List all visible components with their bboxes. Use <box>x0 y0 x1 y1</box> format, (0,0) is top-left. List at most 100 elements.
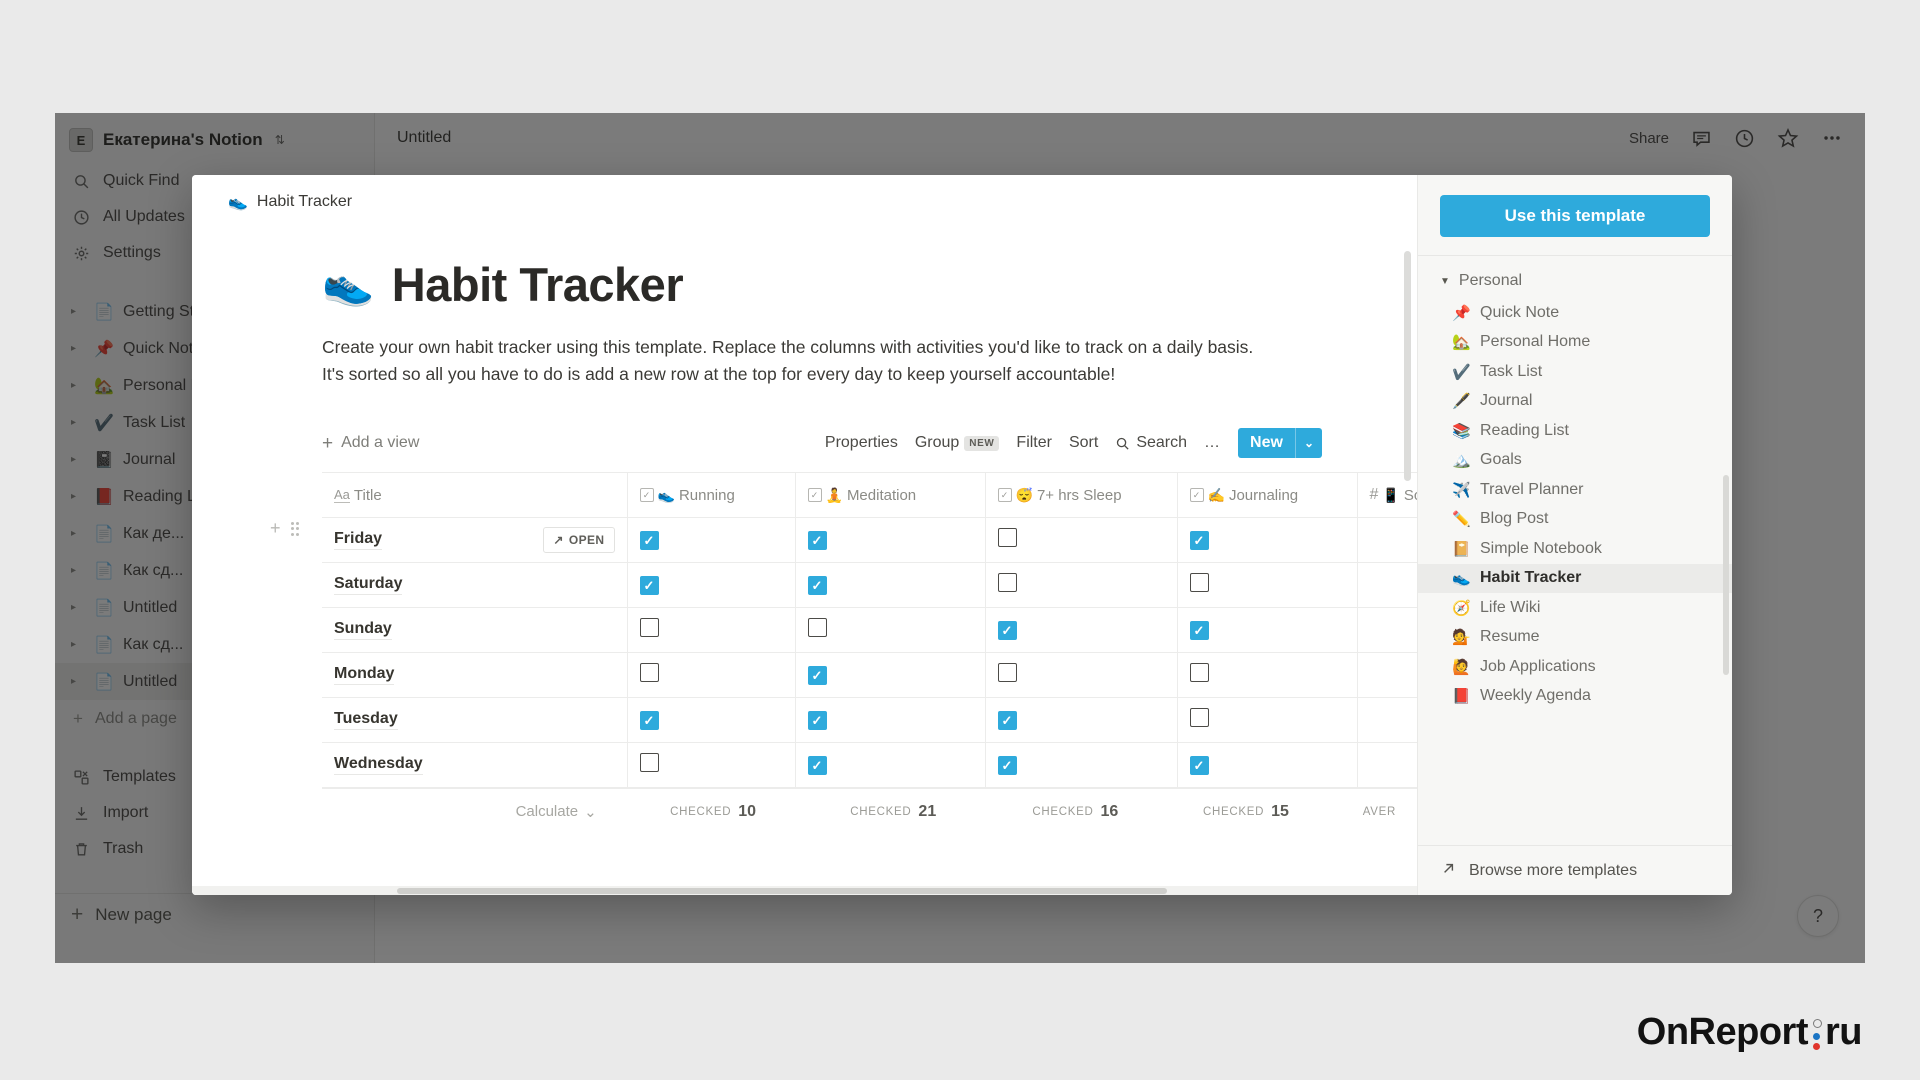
checkbox-unchecked-icon[interactable] <box>639 753 659 773</box>
column-header[interactable]: ✓ ✍️ Journaling <box>1177 472 1358 519</box>
template-item[interactable]: 💁 Resume <box>1418 623 1732 653</box>
column-header[interactable]: ✓ 😴 7+ hrs Sleep <box>985 472 1178 519</box>
checkbox-cell[interactable] <box>985 517 1178 564</box>
checkbox-unchecked-icon[interactable] <box>1189 708 1209 728</box>
scrollbar-thumb[interactable] <box>397 887 1167 894</box>
chevron-down-icon[interactable]: ⌄ <box>1296 428 1322 458</box>
checkbox-checked-icon[interactable] <box>997 620 1017 640</box>
checkbox-cell[interactable] <box>1177 697 1358 744</box>
template-item[interactable]: 🏡 Personal Home <box>1418 328 1732 358</box>
checkbox-unchecked-icon[interactable] <box>997 573 1017 593</box>
checkbox-checked-icon[interactable] <box>807 530 827 550</box>
checkbox-cell[interactable] <box>985 607 1178 654</box>
sort-button[interactable]: Sort <box>1069 434 1098 452</box>
template-item[interactable]: 🙋 Job Applications <box>1418 652 1732 682</box>
breadcrumb[interactable]: 👟 Habit Tracker <box>192 175 1417 229</box>
row-title-cell[interactable]: Saturday <box>322 562 628 609</box>
star-icon[interactable] <box>1777 127 1799 149</box>
checkbox-checked-icon[interactable] <box>1189 530 1209 550</box>
checkbox-checked-icon[interactable] <box>807 710 827 730</box>
filter-button[interactable]: Filter <box>1016 434 1052 452</box>
chevron-right-icon[interactable]: ▸ <box>71 343 85 354</box>
drag-handle-icon[interactable] <box>290 521 300 536</box>
checkbox-unchecked-icon[interactable] <box>639 618 659 638</box>
template-item[interactable]: 🏔️ Goals <box>1418 446 1732 476</box>
table-row[interactable]: Friday ↗ OPEN <box>322 517 1417 564</box>
checkbox-checked-icon[interactable] <box>997 710 1017 730</box>
row-title-cell[interactable]: Friday ↗ OPEN <box>322 517 628 564</box>
chevron-right-icon[interactable]: ▸ <box>71 491 85 502</box>
template-group-personal[interactable]: ▼ Personal <box>1418 256 1732 298</box>
table-row[interactable]: Tuesday <box>322 697 1417 744</box>
checkbox-unchecked-icon[interactable] <box>997 663 1017 683</box>
calculation-cell[interactable]: CHECKED 10 <box>611 803 770 821</box>
chevron-right-icon[interactable]: ▸ <box>71 380 85 391</box>
checkbox-checked-icon[interactable] <box>807 665 827 685</box>
workspace-switcher[interactable]: E Екатерина's Notion ⇅ <box>55 117 374 163</box>
checkbox-checked-icon[interactable] <box>639 530 659 550</box>
row-handles[interactable]: + <box>270 518 300 539</box>
properties-button[interactable]: Properties <box>825 434 898 452</box>
table-row[interactable]: Sunday <box>322 607 1417 654</box>
template-item[interactable]: 🖋️ Journal <box>1418 387 1732 417</box>
checkbox-unchecked-icon[interactable] <box>997 528 1017 548</box>
help-button[interactable]: ? <box>1797 895 1839 937</box>
chevron-down-icon[interactable]: ⌄ <box>584 803 597 821</box>
checkbox-checked-icon[interactable] <box>1189 755 1209 775</box>
checkbox-unchecked-icon[interactable] <box>807 618 827 638</box>
checkbox-cell[interactable] <box>795 742 986 789</box>
row-title-cell[interactable]: Wednesday <box>322 742 628 789</box>
column-header[interactable]: ✓ 👟 Running <box>627 472 796 519</box>
new-row-button[interactable]: New ⌄ <box>1238 428 1322 459</box>
checkbox-checked-icon[interactable] <box>1189 620 1209 640</box>
column-header[interactable]: ✓ 🧘 Meditation <box>795 472 986 519</box>
template-item[interactable]: 📕 Weekly Agenda <box>1418 682 1732 712</box>
row-title-cell[interactable]: Sunday <box>322 607 628 654</box>
chevron-right-icon[interactable]: ▸ <box>71 528 85 539</box>
checkbox-cell[interactable] <box>795 652 986 699</box>
checkbox-cell[interactable] <box>1177 607 1358 654</box>
template-item[interactable]: ✏️ Blog Post <box>1418 505 1732 535</box>
number-cell[interactable] <box>1357 562 1417 609</box>
calculation-cell[interactable]: CHECKED 21 <box>770 803 950 821</box>
number-cell[interactable] <box>1357 652 1417 699</box>
number-cell[interactable] <box>1357 697 1417 744</box>
template-item[interactable]: 🧭 Life Wiki <box>1418 593 1732 623</box>
chevron-right-icon[interactable]: ▸ <box>71 602 85 613</box>
chevron-updown-icon[interactable]: ⇅ <box>275 133 285 147</box>
table-row[interactable]: Wednesday <box>322 742 1417 789</box>
column-header[interactable]: Aa Title <box>322 472 628 519</box>
sidebar-new-page-button[interactable]: + New page <box>55 893 374 929</box>
template-item[interactable]: 📔 Simple Notebook <box>1418 534 1732 564</box>
comment-icon[interactable] <box>1691 128 1712 149</box>
calculation-cell[interactable]: CHECKED 15 <box>1132 803 1303 821</box>
chevron-down-icon[interactable]: ▼ <box>1440 276 1450 287</box>
checkbox-checked-icon[interactable] <box>807 575 827 595</box>
use-this-template-button[interactable]: Use this template <box>1440 195 1710 237</box>
add-row-icon[interactable]: + <box>270 518 281 539</box>
calculate-dropdown[interactable]: Calculate ⌄ <box>322 803 611 821</box>
checkbox-checked-icon[interactable] <box>639 575 659 595</box>
chevron-right-icon[interactable]: ▸ <box>71 639 85 650</box>
checkbox-cell[interactable] <box>985 742 1178 789</box>
chevron-right-icon[interactable]: ▸ <box>71 565 85 576</box>
checkbox-cell[interactable] <box>627 607 796 654</box>
checkbox-cell[interactable] <box>627 652 796 699</box>
checkbox-cell[interactable] <box>627 697 796 744</box>
checkbox-unchecked-icon[interactable] <box>639 663 659 683</box>
template-panel-scrollbar[interactable] <box>1723 475 1729 675</box>
calculation-cell[interactable]: AVER <box>1303 806 1417 818</box>
checkbox-checked-icon[interactable] <box>997 755 1017 775</box>
table-row[interactable]: Monday <box>322 652 1417 699</box>
checkbox-checked-icon[interactable] <box>807 755 827 775</box>
checkbox-cell[interactable] <box>627 562 796 609</box>
checkbox-unchecked-icon[interactable] <box>1189 663 1209 683</box>
share-button[interactable]: Share <box>1629 130 1669 147</box>
checkbox-checked-icon[interactable] <box>639 710 659 730</box>
chevron-right-icon[interactable]: ▸ <box>71 306 85 317</box>
row-title-cell[interactable]: Tuesday <box>322 697 628 744</box>
checkbox-unchecked-icon[interactable] <box>1189 573 1209 593</box>
chevron-right-icon[interactable]: ▸ <box>71 676 85 687</box>
template-item[interactable]: 📌 Quick Note <box>1418 298 1732 328</box>
vertical-scrollbar[interactable] <box>1404 251 1411 481</box>
